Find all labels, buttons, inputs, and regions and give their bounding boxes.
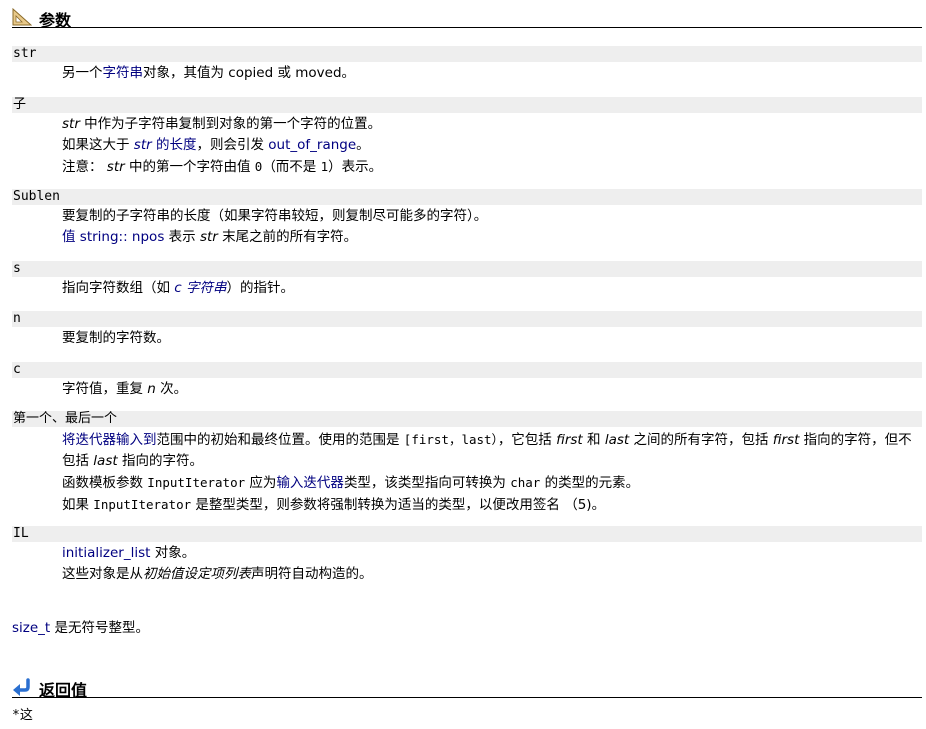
text: 1 <box>320 159 329 174</box>
desc-line: 注意： str 中的第一个字符由值 0（而不是 1）表示。 <box>62 156 917 178</box>
text: 指向字符数组（如 <box>62 280 175 296</box>
text: last <box>93 453 118 469</box>
text: 如果 <box>62 497 94 513</box>
param-name-il: IL <box>12 526 922 542</box>
text: （而不是 <box>262 159 321 175</box>
desc-line: 这些对象是从初始值设定项列表声明符自动构造的。 <box>62 564 917 585</box>
text: 之间的所有字符，包括 <box>629 432 773 448</box>
text: c 字符串 <box>174 280 227 296</box>
text: 注意： <box>62 159 107 175</box>
desc-line: str 中作为子字符串复制到对象的第一个字符的位置。 <box>62 114 917 135</box>
param-desc-c: 字符值，重复 n 次。 <box>62 379 917 400</box>
npos-link[interactable]: 值 string:: npos <box>62 229 164 245</box>
text: ）表示。 <box>328 159 383 175</box>
param-name-pos: 子 <box>12 97 922 113</box>
size-t-note: size_t 是无符号整型。 <box>12 618 149 639</box>
text: 函数模板参数 <box>62 475 148 491</box>
text: [first，last） <box>403 432 498 447</box>
desc-line: initializer_list 对象。 <box>62 543 917 564</box>
text: 字符值，重复 <box>62 381 148 397</box>
param-desc-s: 指向字符数组（如 c 字符串）的指针。 <box>62 278 917 299</box>
text: 。 <box>356 137 370 153</box>
text: 中的第一个字符由值 <box>124 159 255 175</box>
param-desc-range: 将迭代器输入到范围中的初始和最终位置。使用的范围是 [first，last），它… <box>62 429 917 516</box>
desc-line: 要复制的子字符串的长度（如果字符串较短，则复制尽可能多的字符）。 <box>62 208 488 224</box>
text: 对象。 <box>150 545 196 561</box>
param-name-range: 第一个、最后一个 <box>12 411 922 427</box>
return-arrow-icon <box>13 678 30 696</box>
text: InputIterator <box>147 475 246 490</box>
return-value-text: *这 <box>12 708 33 723</box>
ruler-triangle-icon <box>12 8 32 26</box>
out-of-range-link[interactable]: out_of_range <box>268 137 356 153</box>
text: InputIterator <box>93 497 192 512</box>
parameters-header: 参数 <box>12 6 922 30</box>
text: 初始值设定项列表 <box>143 566 251 582</box>
param-desc-n: 要复制的字符数。 <box>62 330 170 346</box>
text: 的类型的元素。 <box>540 475 640 491</box>
text: n <box>147 381 156 397</box>
text: 是无符号整型。 <box>50 620 150 636</box>
text: first <box>772 432 800 448</box>
desc-line: 如果这大于 str 的长度，则会引发 out_of_range。 <box>62 135 917 156</box>
param-desc-str: 另一个字符串对象，其值为 copied 或 moved。 <box>62 63 917 84</box>
text: 声明符自动构造的。 <box>251 566 373 582</box>
text: last <box>604 432 630 448</box>
text: ）的指针。 <box>226 280 295 296</box>
param-name-c: c <box>12 362 922 378</box>
desc-line: 将迭代器输入到范围中的初始和最终位置。使用的范围是 [first，last），它… <box>62 429 917 472</box>
input-iterator-type-link[interactable]: 输入迭代器 <box>276 475 344 491</box>
text: str <box>199 229 218 245</box>
param-desc-il: initializer_list 对象。 这些对象是从初始值设定项列表声明符自动… <box>62 543 917 585</box>
text: 对象，其值为 copied 或 moved。 <box>143 65 356 81</box>
text: str <box>106 159 125 175</box>
text: ，它包括 <box>497 432 557 448</box>
text: 中作为子字符串复制到对象的第一个字符的位置。 <box>79 116 382 132</box>
text: str <box>133 137 152 153</box>
string-link[interactable]: 字符串 <box>103 65 144 81</box>
text: 的长度 <box>151 137 197 153</box>
text: 次。 <box>155 381 188 397</box>
text: first <box>556 432 583 448</box>
text: 表示 <box>164 229 200 245</box>
parameters-title: 参数 <box>39 11 72 30</box>
param-name-sublen: Sublen <box>12 189 922 205</box>
desc-line: 函数模板参数 InputIterator 应为输入迭代器类型，该类型指向可转换为… <box>62 472 917 494</box>
desc-line: 如果 InputIterator 是整型类型，则参数将强制转换为适当的类型，以便… <box>62 494 917 516</box>
text: 末尾之前的所有字符。 <box>217 229 358 245</box>
text: 范围中的初始和最终位置。使用的范围是 <box>156 432 404 448</box>
page: 参数 str 另一个字符串对象，其值为 copied 或 moved。 子 st… <box>0 0 926 729</box>
text: 类型，该类型指向可转换为 <box>343 475 511 491</box>
param-name-str: str <box>12 46 922 62</box>
input-iterator-link[interactable]: 将迭代器输入到 <box>62 432 157 448</box>
param-name-n: n <box>12 311 922 327</box>
text: 和 <box>582 432 605 448</box>
size-t-link[interactable]: size_t <box>12 620 50 636</box>
length-link[interactable]: str 的长度 <box>134 137 197 153</box>
text: 指向的字符。 <box>117 453 203 469</box>
param-desc-sublen: 要复制的子字符串的长度（如果字符串较短，则复制尽可能多的字符）。 值 strin… <box>62 206 917 248</box>
text: 如果这大于 <box>62 137 134 153</box>
initializer-list-link[interactable]: initializer_list <box>62 545 150 561</box>
param-desc-pos: str 中作为子字符串复制到对象的第一个字符的位置。 如果这大于 str 的长度… <box>62 114 917 178</box>
return-value-header: 返回值 <box>12 676 922 700</box>
text: 应为 <box>245 475 277 491</box>
text: 这些对象是从 <box>62 566 143 582</box>
text: ，则会引发 <box>196 137 269 153</box>
text: char <box>510 475 541 490</box>
text: 另一个 <box>62 65 103 81</box>
desc-line: 值 string:: npos 表示 str 末尾之前的所有字符。 <box>62 227 917 248</box>
param-name-s: s <box>12 261 922 277</box>
return-value-title: 返回值 <box>39 681 88 700</box>
text: str <box>62 116 80 132</box>
c-string-link[interactable]: c 字符串 <box>174 280 226 296</box>
text: 是整型类型，则参数将强制转换为适当的类型，以便改用签名 （5)。 <box>191 497 606 513</box>
